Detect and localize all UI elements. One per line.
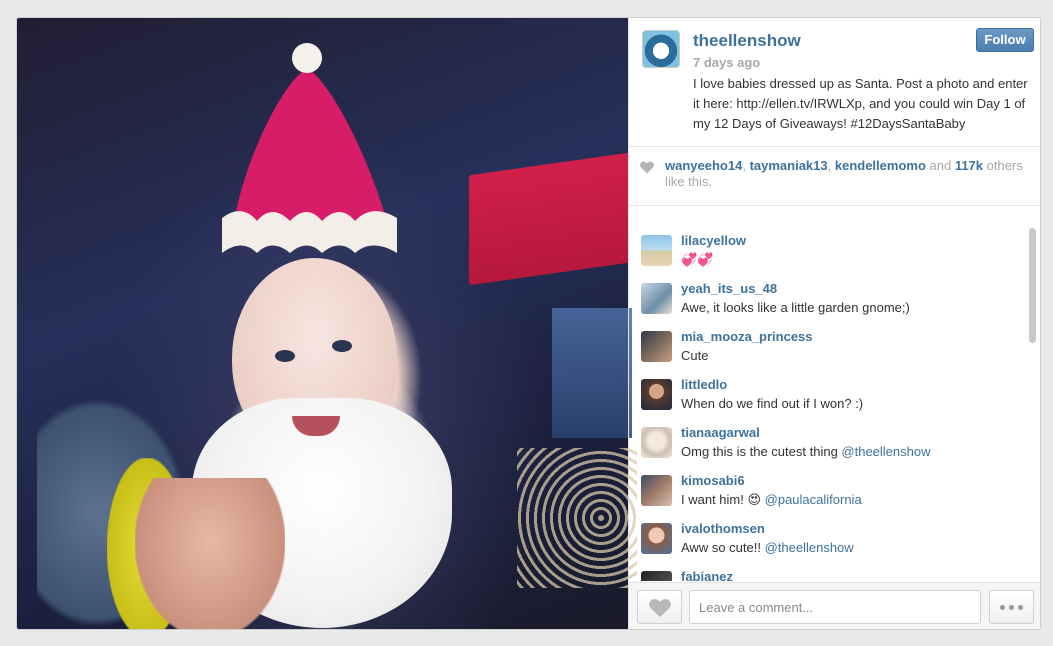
heart-icon [640,161,654,174]
comment-mention-link[interactable]: @theellenshow [765,540,854,555]
comment-body: Aww so cute!! [681,540,765,555]
avatar[interactable] [642,30,680,68]
avatar[interactable] [641,571,672,581]
liker-username[interactable]: wanyeeho14 [665,158,742,173]
comment-text: Aww so cute!! @theellenshow [681,540,854,555]
comment-username[interactable]: fabianez [681,569,733,581]
likes-text: wanyeeho14, taymaniak13, kendellemomo an… [665,158,1025,190]
comment-username[interactable]: littledlo [681,377,727,392]
photo-doily [517,448,637,588]
list-item: mia_mooza_princess Cute [641,328,1021,374]
list-item: tianaagarwal Omg this is the cutest thin… [641,424,1021,470]
likes-separator: , [742,158,750,173]
comment-username[interactable]: ivalothomsen [681,521,765,536]
comments-list[interactable]: lilacyellow 💞💞 yeah_its_us_48 Awe, it lo… [629,224,1040,581]
follow-button[interactable]: Follow [976,28,1034,52]
post-card: theellenshow 7 days ago I love babies dr… [16,17,1041,630]
list-item: lilacyellow 💞💞 [641,232,1021,278]
comment-text: Omg this is the cutest thing @theellensh… [681,444,931,459]
photo-hand [135,478,285,629]
more-dots-icon [998,597,1025,614]
comment-text: I want him! 😍 @paulacalifornia [681,492,862,508]
post-time[interactable]: 7 days ago [693,55,760,70]
avatar[interactable] [641,523,672,554]
avatar[interactable] [641,475,672,506]
post-photo[interactable] [17,18,637,629]
liker-username[interactable]: taymaniak13 [750,158,828,173]
avatar[interactable] [641,379,672,410]
comment-username[interactable]: yeah_its_us_48 [681,281,777,296]
comment-text: 💞💞 [681,252,713,268]
post-username[interactable]: theellenshow [693,31,801,51]
comment-body: Awe, it looks like a little garden gnome… [681,300,910,315]
likes-separator: , [827,158,835,173]
comment-username[interactable]: kimosabi6 [681,473,745,488]
avatar[interactable] [641,235,672,266]
list-item: kimosabi6 I want him! 😍 @paulacalifornia [641,472,1021,518]
comment-mention-link[interactable]: @theellenshow [841,444,930,459]
photo-box-blue [552,308,632,438]
comment-mention-link[interactable]: @paulacalifornia [765,492,862,507]
comment-username[interactable]: tianaagarwal [681,425,760,440]
post-side-panel: theellenshow 7 days ago I love babies dr… [628,18,1040,629]
comment-username[interactable]: lilacyellow [681,233,746,248]
list-item: yeah_its_us_48 Awe, it looks like a litt… [641,280,1021,326]
like-button[interactable] [637,590,682,624]
comment-footer [629,582,1040,629]
heart-icon [649,599,671,617]
photo-diaper-box [469,152,629,286]
post-caption: I love babies dressed up as Santa. Post … [693,76,1028,131]
comment-body: I want him! 😍 [681,492,765,507]
likes-and: and [925,158,955,173]
santa-hat-icon [222,43,397,253]
comment-text: Awe, it looks like a little garden gnome… [681,300,910,315]
more-options-button[interactable] [989,590,1034,624]
comments-scrollbar[interactable] [1029,228,1036,343]
comment-body: Omg this is the cutest thing [681,444,842,459]
liker-username[interactable]: kendellemomo [835,158,926,173]
divider [629,205,1040,206]
likes-count[interactable]: 117k [955,158,983,173]
avatar[interactable] [641,331,672,362]
comment-username[interactable]: mia_mooza_princess [681,329,813,344]
list-item: littledlo When do we find out if I won? … [641,376,1021,422]
comment-text: When do we find out if I won? :) [681,396,863,411]
list-item: ivalothomsen Aww so cute!! @theellenshow [641,520,1021,566]
comment-input[interactable] [689,590,981,624]
comment-text: Cute [681,348,708,363]
photo-eye-right [332,340,352,352]
avatar[interactable] [641,427,672,458]
post-header: theellenshow 7 days ago I love babies dr… [629,18,1040,146]
comment-body: When do we find out if I won? :) [681,396,864,411]
comment-body: 💞💞 [681,252,714,267]
likes-section: wanyeeho14, taymaniak13, kendellemomo an… [629,147,1040,205]
list-item: fabianez [641,568,1021,581]
photo-eye-left [275,350,295,362]
avatar[interactable] [641,283,672,314]
comment-body: Cute [681,348,709,363]
